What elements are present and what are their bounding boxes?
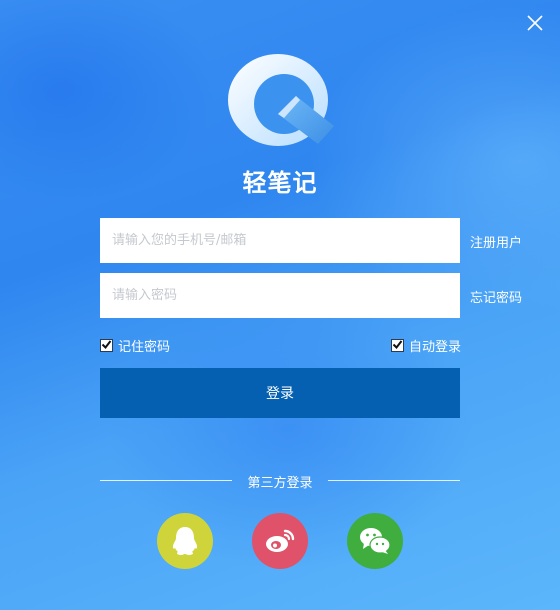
auto-login-option[interactable]: 自动登录 xyxy=(391,336,461,355)
weibo-login-button[interactable] xyxy=(252,513,308,569)
weibo-icon xyxy=(266,529,295,552)
qq-icon xyxy=(172,527,198,555)
phone-email-input[interactable] xyxy=(100,218,460,263)
remember-password-label: 记住密码 xyxy=(118,340,171,355)
remember-password-checkbox[interactable] xyxy=(100,339,113,352)
password-input[interactable] xyxy=(100,273,460,318)
close-icon xyxy=(527,15,543,31)
third-party-login-label: 第三方登录 xyxy=(247,476,313,491)
forgot-password-link[interactable]: 忘记密码 xyxy=(470,287,522,306)
close-button[interactable] xyxy=(524,12,546,34)
check-icon xyxy=(392,340,403,350)
auto-login-checkbox[interactable] xyxy=(391,339,404,352)
qq-login-button[interactable] xyxy=(157,513,213,569)
auto-login-label: 自动登录 xyxy=(409,340,462,355)
q-logo-icon xyxy=(228,54,334,146)
wechat-icon xyxy=(360,528,391,554)
register-link[interactable]: 注册用户 xyxy=(470,232,522,251)
app-title: 轻笔记 xyxy=(242,169,318,197)
login-button[interactable]: 登录 xyxy=(100,368,460,418)
remember-password-option[interactable]: 记住密码 xyxy=(100,336,170,355)
check-icon xyxy=(101,340,112,350)
wechat-login-button[interactable] xyxy=(347,513,403,569)
